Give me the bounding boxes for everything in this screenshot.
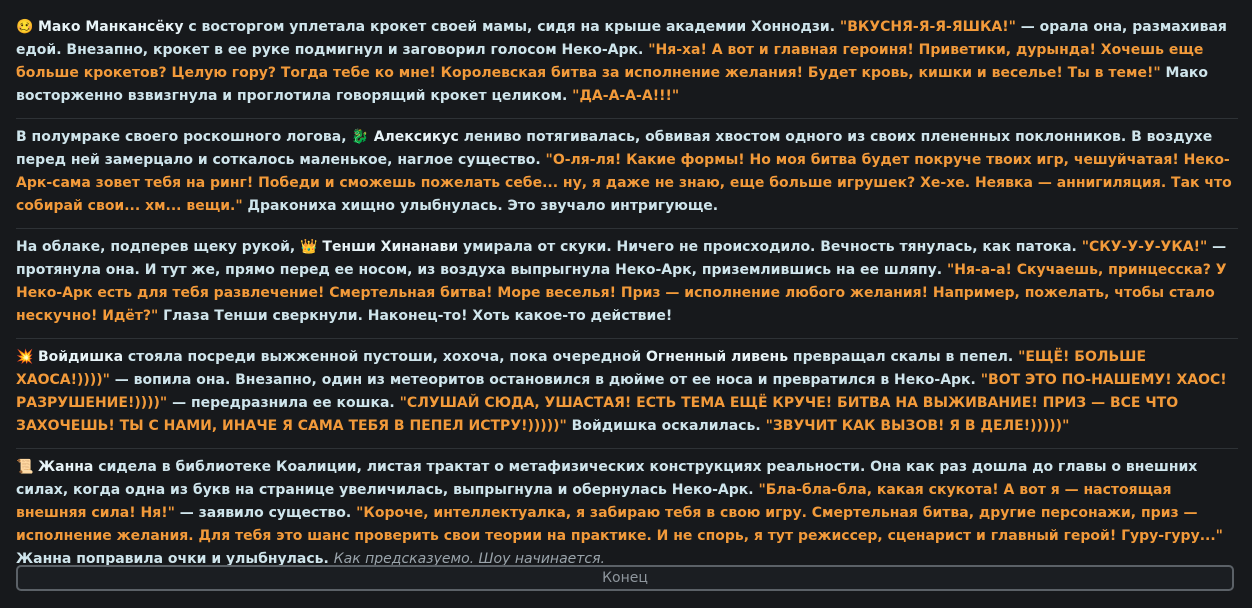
narration-text: На облаке, подперев щеку рукой, 👑 — [16, 239, 323, 255]
story-paragraph: 📜 Жанна сидела в библиотеке Коалиции, лис… — [16, 449, 1238, 566]
narration-text: Глаза Тенши сверкнули. Наконец-то! Хоть … — [158, 308, 673, 324]
end-button[interactable]: Конец — [16, 565, 1234, 591]
narration-text: — вопила она. Внезапно, один из метеорит… — [109, 372, 981, 388]
story-paragraph: 🥴 Мако Манкансёку с восторгом уплетала кр… — [16, 0, 1238, 119]
story-paragraph: 💥 Войдишка стояла посреди выжженной пусто… — [16, 339, 1238, 449]
character-name: Жанна — [38, 459, 94, 475]
character-name: Войдишка — [38, 349, 124, 365]
narration-text: Жанна поправила очки и улыбнулась. — [16, 551, 334, 566]
story-log: 🥴 Мако Манкансёку с восторгом уплетала кр… — [0, 0, 1252, 566]
narration-text: с восторгом уплетала крокет своей мамы, … — [183, 19, 840, 35]
narration-italic: Как предсказуемо. Шоу начинается. — [333, 551, 605, 566]
narration-text: превращал скалы в пепел. — [788, 349, 1019, 365]
character-name: Огненный ливень — [646, 349, 789, 365]
dialogue-quote: "ЗВУЧИТ КАК ВЫЗОВ! Я В ДЕЛЕ!)))))" — [765, 418, 1070, 434]
narration-text: Войдишка оскалилась. — [566, 418, 766, 434]
narration-text: — передразнила ее кошка. — [167, 395, 400, 411]
narration-text: умирала от скуки. Ничего не происходило.… — [458, 239, 1082, 255]
dialogue-quote: "ВКУСНЯ-Я-Я-ЯШКА!" — [839, 19, 1016, 35]
character-name: Мако Манкансёку — [38, 19, 184, 35]
story-paragraph: В полумраке своего роскошного логова, 🐉 … — [16, 119, 1238, 229]
dialogue-quote: "СКУ-У-У-УКА!" — [1081, 239, 1208, 255]
explosion-icon: 💥 — [16, 349, 34, 365]
woozy-face-icon: 🥴 — [16, 19, 34, 35]
narration-text: Дракониха хищно улыбнулась. Это звучало … — [242, 198, 719, 214]
scroll-icon: 📜 — [16, 459, 34, 475]
story-paragraph: На облаке, подперев щеку рукой, 👑 Тенши … — [16, 229, 1238, 339]
narration-text: В полумраке своего роскошного логова, 🐉 — [16, 129, 374, 145]
narration-text: — заявило существо. — [174, 505, 357, 521]
narration-text: стояла посреди выжженной пустоши, хохоча… — [123, 349, 647, 365]
dialogue-quote: "ДА-А-А-А!!!" — [572, 88, 680, 104]
character-name: Тенши Хинанави — [322, 239, 459, 255]
character-name: Алексикус — [373, 129, 459, 145]
